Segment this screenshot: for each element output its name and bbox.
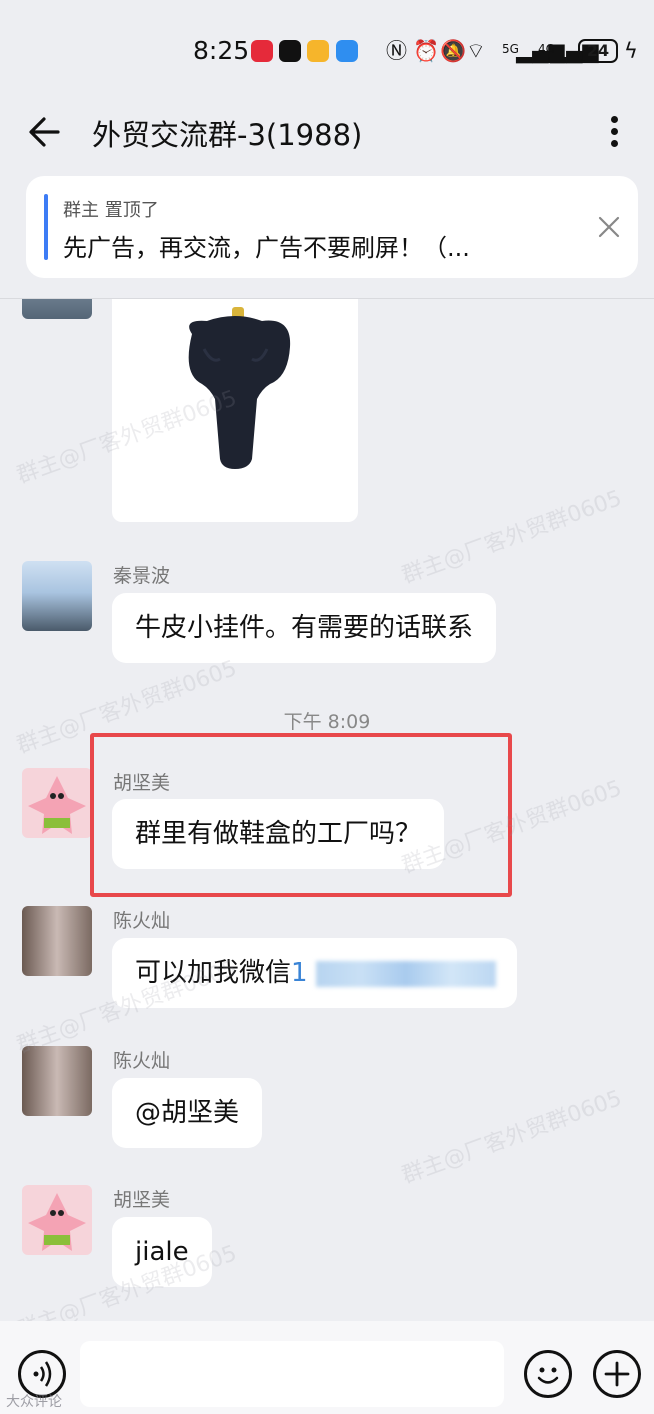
avatar[interactable] xyxy=(22,1185,92,1255)
emoji-button[interactable] xyxy=(524,1350,572,1398)
avatar[interactable] xyxy=(22,768,92,838)
wifi-icon: ⌔ xyxy=(466,39,486,63)
arrow-left-icon xyxy=(29,117,60,147)
message-bubble[interactable]: @胡坚美 xyxy=(112,1078,263,1148)
plus-icon xyxy=(604,1361,630,1387)
avatar[interactable] xyxy=(22,299,92,319)
pinned-accent-bar xyxy=(44,194,48,260)
emoji-icon xyxy=(537,1367,559,1384)
app-notification-icon xyxy=(251,40,273,62)
sender-name: 胡坚美 xyxy=(113,1189,171,1211)
message-text: 可以加我微信 xyxy=(135,958,292,988)
mute-icon: 🔕 xyxy=(440,39,467,63)
status-bar: 8:25 Ⓝ ⏰ 🔕 ⌔ 5G ▂▄▆ 4G ▂▄▆ 24 ϟ xyxy=(0,0,654,100)
blurred-number xyxy=(315,960,496,987)
chat-messages: 秦景波 牛皮小挂件。有需要的话联系 下午 8:09 胡坚美 群里有做鞋盒的工厂吗… xyxy=(0,299,654,1321)
back-button[interactable] xyxy=(24,110,68,154)
message-bubble[interactable]: 牛皮小挂件。有需要的话联系 xyxy=(112,593,497,663)
elephant-pendant-image xyxy=(188,307,291,469)
pinned-text: 先广告，再交流，广告不要刷屏！（... xyxy=(63,234,470,262)
corner-watermark: 大众评论 xyxy=(6,1394,62,1410)
sender-name: 陈火灿 xyxy=(113,910,171,932)
more-options-button[interactable] xyxy=(596,112,632,152)
battery-indicator: 24 xyxy=(578,39,618,63)
sender-name: 陈火灿 xyxy=(113,1050,171,1072)
avatar[interactable] xyxy=(22,1046,92,1116)
wechat-number[interactable]: 1 xyxy=(291,958,308,988)
close-icon xyxy=(598,216,620,238)
sender-name: 秦景波 xyxy=(113,565,171,587)
message-bubble[interactable]: jiale xyxy=(112,1217,212,1287)
status-time: 8:25 xyxy=(193,36,250,65)
tiktok-icon xyxy=(279,40,301,62)
message-input[interactable] xyxy=(80,1341,504,1407)
message-bubble[interactable]: 可以加我微信1 xyxy=(112,938,517,1008)
highlight-box xyxy=(90,733,512,897)
pinned-meta: 群主 置顶了 xyxy=(63,200,159,221)
pinned-message[interactable]: 群主 置顶了 先广告，再交流，广告不要刷屏！（... xyxy=(26,176,638,278)
charging-icon: ϟ xyxy=(624,39,638,63)
weather-icon xyxy=(336,40,358,62)
pinned-close-button[interactable] xyxy=(594,212,624,242)
mail-icon xyxy=(307,40,329,62)
avatar[interactable] xyxy=(22,906,92,976)
patrick-avatar-icon xyxy=(28,776,86,834)
voice-icon xyxy=(33,1361,52,1387)
avatar[interactable] xyxy=(22,561,92,631)
watermark: 群主@厂客外贸群0605 xyxy=(398,1085,626,1189)
time-separator: 下午 8:09 xyxy=(283,711,371,733)
watermark: 群主@厂客外贸群0605 xyxy=(398,485,626,589)
more-functions-button[interactable] xyxy=(593,1350,641,1398)
nfc-icon: Ⓝ xyxy=(386,39,407,63)
input-bar: 大众评论 xyxy=(0,1321,654,1414)
alarm-icon: ⏰ xyxy=(413,39,440,63)
chat-title: 外贸交流群-3(1988) xyxy=(92,118,363,152)
image-message[interactable] xyxy=(112,299,358,522)
more-vertical-icon xyxy=(610,116,618,123)
patrick-avatar-icon xyxy=(28,1193,86,1251)
chat-header: 外贸交流群-3(1988) xyxy=(0,100,654,170)
